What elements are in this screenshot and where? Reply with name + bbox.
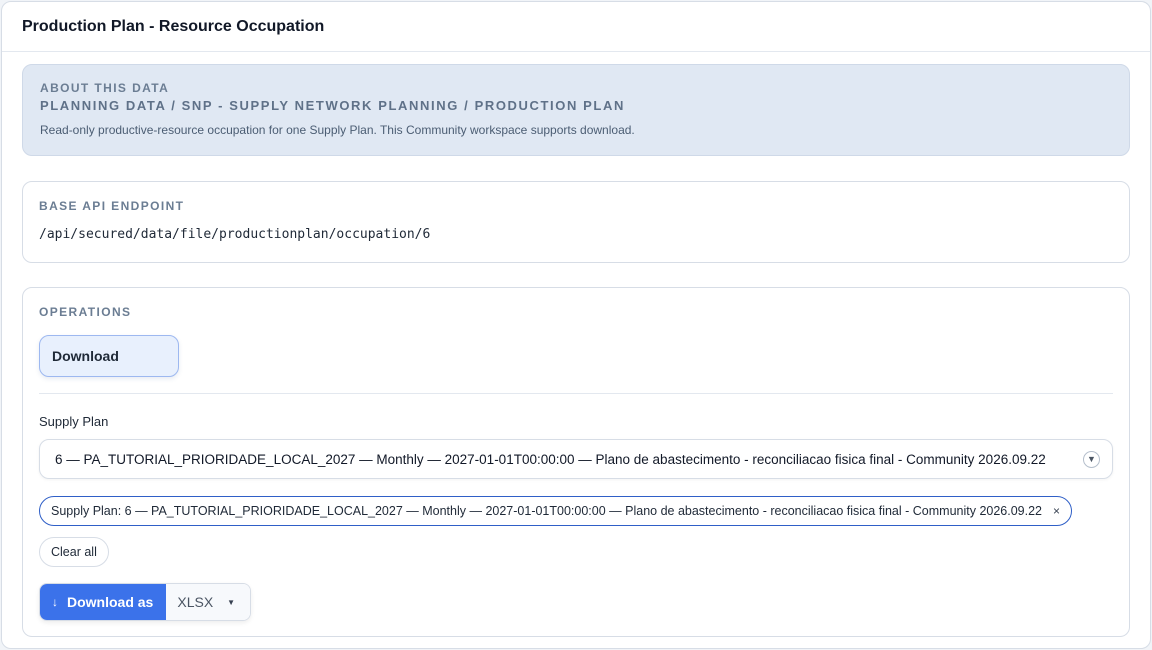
download-operation-button[interactable]: Download: [39, 335, 179, 377]
about-panel: About this data Planning Data / SNP - Su…: [22, 64, 1130, 156]
supply-plan-select[interactable]: 6 — PA_TUTORIAL_PRIORIDADE_LOCAL_2027 — …: [39, 439, 1113, 479]
operations-label: Operations: [39, 305, 132, 319]
supply-plan-filter-chip: Supply Plan: 6 — PA_TUTORIAL_PRIORIDADE_…: [39, 496, 1073, 526]
operations-card: Operations Download Supply Plan 6 — PA_T…: [22, 287, 1130, 637]
about-eyebrow: About this data: [40, 81, 170, 95]
download-arrow-icon: ↓: [52, 595, 58, 609]
supply-plan-label: Supply Plan: [39, 414, 109, 429]
endpoint-value: /api/secured/data/file/productionplan/oc…: [39, 227, 431, 242]
caret-down-icon: ▼: [227, 597, 236, 607]
download-as-button[interactable]: ↓ Download as: [40, 584, 167, 620]
format-value: XLSX: [177, 594, 214, 610]
supply-plan-selected-value: 6 — PA_TUTORIAL_PRIORIDADE_LOCAL_2027 — …: [55, 451, 1046, 467]
data-path-breadcrumb: Planning Data / SNP - Supply Network Pla…: [40, 98, 625, 113]
format-select[interactable]: XLSX ▼: [166, 584, 251, 620]
filter-chip-text: Supply Plan: 6 — PA_TUTORIAL_PRIORIDADE_…: [51, 504, 1043, 518]
divider: [39, 393, 1113, 394]
download-as-group: ↓ Download as XLSX ▼: [39, 583, 252, 621]
download-as-label: Download as: [67, 594, 154, 610]
main-content: About this data Planning Data / SNP - Su…: [2, 52, 1150, 637]
page-header: Production Plan - Resource Occupation: [2, 2, 1150, 52]
endpoint-card: Base API endpoint /api/secured/data/file…: [22, 181, 1130, 263]
app-window: Production Plan - Resource Occupation Ab…: [1, 1, 1151, 649]
chevron-down-icon: ▼: [1083, 450, 1100, 468]
about-description: Read-only productive-resource occupation…: [40, 123, 635, 137]
endpoint-label: Base API endpoint: [39, 199, 185, 213]
page-title: Production Plan - Resource Occupation: [22, 17, 325, 35]
clear-all-button[interactable]: Clear all: [39, 537, 109, 567]
remove-filter-icon[interactable]: ×: [1053, 504, 1060, 518]
